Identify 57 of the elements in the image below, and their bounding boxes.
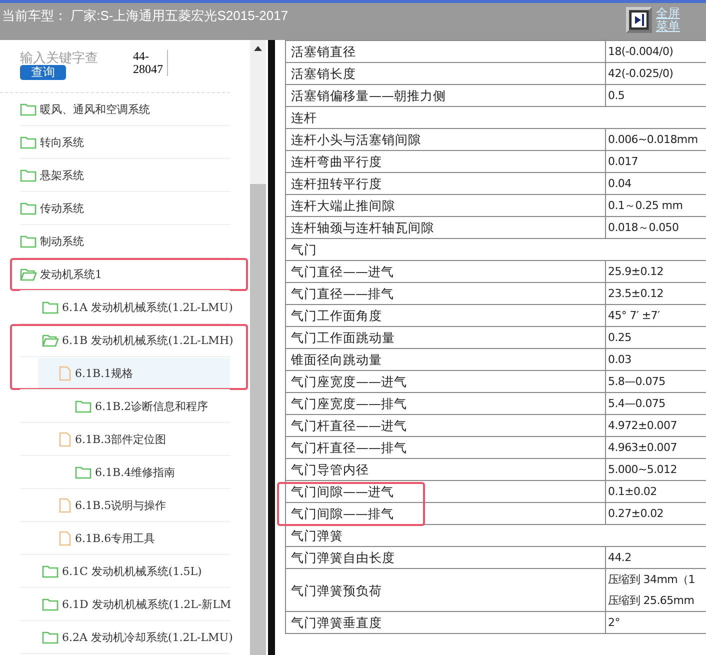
file-icon [58,366,72,381]
scrollbar-thumb[interactable] [250,184,266,655]
tree-item[interactable]: 6.1B.4维修指南 [75,456,230,488]
tree-item[interactable]: 传动系统 [20,192,230,224]
spec-name-cell: 连杆轴颈与连杆轴瓦间隙 [286,216,606,238]
tree-item[interactable]: 发动机系统1 [20,258,230,290]
tree-item[interactable]: 制动系统 [20,226,230,258]
file-icon [58,531,72,546]
spec-name-cell: 气门间隙——进气 [286,480,606,502]
tree-item[interactable]: 6.2A 发动机冷却系统(1.2L-LMU) [42,622,233,654]
spec-name-cell: 活塞销偏移量——朝推力侧 [286,84,606,106]
spec-name-cell: 连杆大端止推间隙 [286,194,606,216]
keyword-search-field[interactable]: 输入关键字查 [20,50,125,65]
tree-item[interactable]: 6.1A 发动机机械系统(1.2L-LMU) [42,292,233,324]
tree-item[interactable]: 转向系统 [20,126,230,158]
splitter-bar[interactable] [268,40,275,655]
spec-name-cell: 气门间隙——排气 [286,502,606,524]
spec-name-cell: 气门杆直径——排气 [286,436,606,458]
spec-name-cell: 气门工作面跳动量 [286,326,606,348]
spec-name-cell: 气门座宽度——排气 [286,392,606,414]
tree-item[interactable]: 6.1B.1规格 [38,358,230,390]
part-code: 44-28047 [133,50,168,76]
tree-item[interactable]: 6.1B.2诊断信息和程序 [75,390,230,422]
spec-name-cell: 气门直径——进气 [286,260,606,282]
spec-name-cell: 锥面径向跳动量 [286,348,606,370]
spec-name-cell: 连杆扭转平行度 [286,172,606,194]
tree-item[interactable]: 6.1C 发动机机械系统(1.5L) [42,556,230,588]
tree-item[interactable]: 6.1B.3部件定位图 [58,424,230,456]
spec-name-cell: 气门弹簧垂直度 [286,612,606,634]
spec-name-cell: 气门导管内径 [286,458,606,480]
spec-name-cell: 气门弹簧自由长度 [286,546,606,568]
search-button[interactable]: 查询 [20,65,66,80]
car-model-title: 当前车型： 厂家:S-上海通用五菱宏光S2015-2017 [1,7,288,25]
spec-name-cell: 气门工作面角度 [286,304,606,326]
spec-name-cell: 连杆弯曲平行度 [286,150,606,172]
spec-name-cell: 气门杆直径——进气 [286,414,606,436]
spec-name-cell: 气门座宽度——进气 [286,370,606,392]
scroll-up-icon[interactable] [253,44,263,52]
tree-item[interactable]: 6.1B.6专用工具 [58,522,230,554]
scrollbar[interactable] [250,40,266,655]
tree-item[interactable]: 6.1B 发动机机械系统(1.2L-LMH) [42,324,234,356]
section-heading-cell: 气门弹簧 [286,524,706,546]
fullscreen-button[interactable] [626,7,652,33]
tree-item[interactable]: 悬架系统 [20,160,230,192]
spec-name-cell: 气门直径——排气 [286,282,606,304]
file-icon [58,432,72,447]
tree-item[interactable]: 暖风、通风和空调系统 [20,94,230,126]
spec-value-cell: 18(-0.004/0) [606,40,706,62]
section-heading-cell: 连杆 [286,106,706,128]
tree-item[interactable]: 6.1D 发动机机械系统(1.2L-新LM [42,588,232,620]
section-heading-cell: 气门 [286,238,706,260]
spec-name-cell: 活塞销直径 [286,40,606,62]
file-icon [58,498,72,513]
spec-name-cell: 活塞销长度 [286,62,606,84]
spec-name-cell: 气门弹簧预负荷 [286,568,606,612]
tree-item[interactable]: 6.1B.5说明与操作 [58,490,230,522]
spec-name-cell: 连杆小头与活塞销间隙 [286,128,606,150]
